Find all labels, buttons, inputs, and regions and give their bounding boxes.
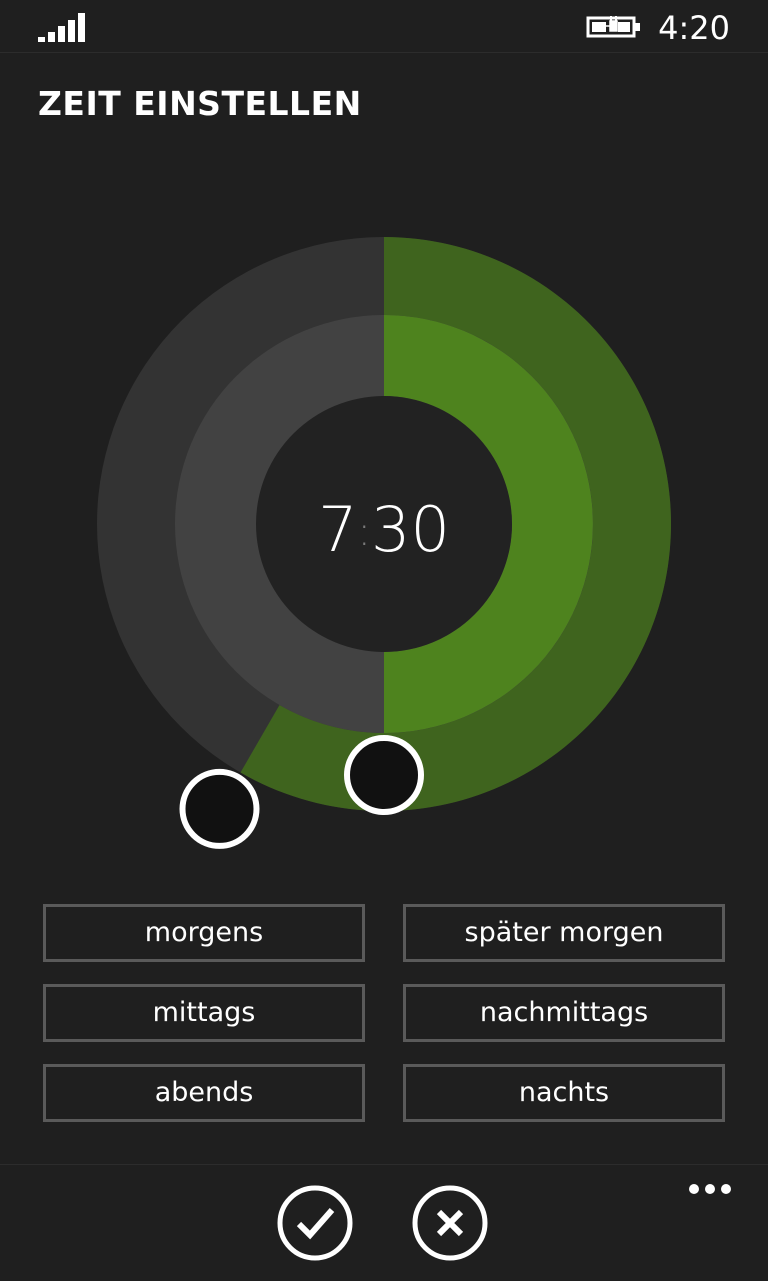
minute-handle[interactable] <box>344 735 424 815</box>
hours-value: 7 <box>318 493 358 566</box>
preset-morning-button[interactable]: morgens <box>43 904 365 962</box>
close-icon[interactable] <box>412 1185 488 1261</box>
checkmark-icon[interactable] <box>277 1185 353 1261</box>
preset-night-button[interactable]: nachts <box>403 1064 725 1122</box>
preset-late-morning-button[interactable]: später morgen <box>403 904 725 962</box>
time-dial[interactable] <box>0 0 768 900</box>
minutes-value: 30 <box>371 493 450 566</box>
time-readout: 7:30 <box>254 490 514 570</box>
hour-handle[interactable] <box>179 768 260 849</box>
app-bar <box>0 1164 768 1281</box>
preset-evening-button[interactable]: abends <box>43 1064 365 1122</box>
ellipsis-icon[interactable] <box>688 1181 732 1197</box>
time-separator: : <box>357 509 372 555</box>
preset-grid: morgens später morgen mittags nachmittag… <box>43 904 725 1122</box>
preset-afternoon-button[interactable]: nachmittags <box>403 984 725 1042</box>
preset-noon-button[interactable]: mittags <box>43 984 365 1042</box>
